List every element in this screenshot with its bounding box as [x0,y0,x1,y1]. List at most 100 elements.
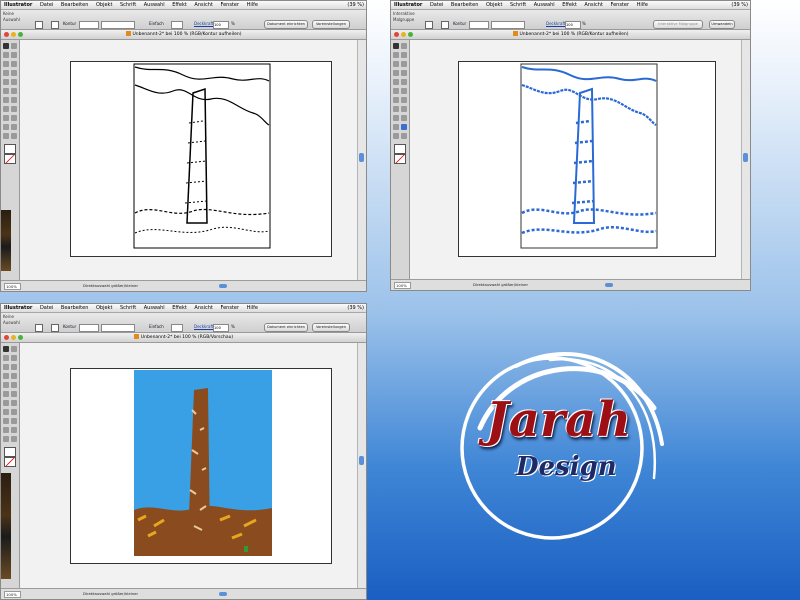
symbol-tool-icon[interactable] [3,106,9,112]
opacity-field[interactable]: 100 [565,21,581,29]
style-field[interactable] [171,324,183,332]
stroke-width-field[interactable] [79,21,99,29]
menu-bearbeiten[interactable]: Bearbeiten [58,304,91,312]
menu-schrift[interactable]: Schrift [117,1,139,9]
menu-fenster[interactable]: Fenster [217,304,242,312]
pen-tool-icon[interactable] [3,364,9,370]
menu-objekt[interactable]: Objekt [93,1,115,9]
zoom-tool-icon[interactable] [401,133,407,139]
stroke-width-field[interactable] [79,324,99,332]
stroke-none-icon[interactable] [4,154,16,164]
graph-tool-icon[interactable] [11,409,17,415]
canvas-area[interactable] [20,343,358,589]
scale-tool-icon[interactable] [11,88,17,94]
live-paint-tool-icon[interactable] [11,124,17,130]
brush-tool-icon[interactable] [3,79,9,85]
selection-tool-icon[interactable] [393,43,399,49]
rectangle-tool-icon[interactable] [11,70,17,76]
rotate-tool-icon[interactable] [3,391,9,397]
minimize-icon[interactable] [11,335,16,340]
convert-live-paint-button[interactable]: Interaktive Malgruppe umwandeln [653,20,703,33]
brush-tool-icon[interactable] [3,382,9,388]
menu-ansicht[interactable]: Ansicht [581,1,605,9]
direct-selection-tool-icon[interactable] [11,346,17,352]
hand-tool-icon[interactable] [3,133,9,139]
horizontal-scroll-thumb[interactable] [219,284,227,288]
pen-tool-icon[interactable] [393,61,399,67]
type-tool-icon[interactable] [401,61,407,67]
selection-tool-icon[interactable] [3,43,9,49]
opacity-label[interactable]: Deckkraft [546,21,565,27]
pencil-tool-icon[interactable] [11,79,17,85]
opacity-label[interactable]: Deckkraft [194,324,213,330]
fill-swatch[interactable] [35,21,43,29]
live-paint-tool-icon[interactable] [11,427,17,433]
menu-bearbeiten[interactable]: Bearbeiten [58,1,91,9]
horizontal-scroll-thumb[interactable] [605,283,613,287]
style-field[interactable] [171,21,183,29]
menu-auswahl[interactable]: Auswahl [531,1,558,9]
free-transform-tool-icon[interactable] [11,97,17,103]
menu-fenster[interactable]: Fenster [217,1,242,9]
warp-tool-icon[interactable] [3,97,9,103]
canvas-area[interactable] [410,40,742,280]
stroke-none-icon[interactable] [4,457,16,467]
stroke-swatch[interactable] [51,21,59,29]
pencil-tool-icon[interactable] [401,79,407,85]
brush-tool-icon[interactable] [393,79,399,85]
zoom-field[interactable]: 100% [394,282,411,289]
menu-objekt[interactable]: Objekt [93,304,115,312]
zoom-tool-icon[interactable] [11,133,17,139]
menu-hilfe[interactable]: Hilfe [244,1,261,9]
menu-auswahl[interactable]: Auswahl [141,304,168,312]
rectangle-tool-icon[interactable] [11,373,17,379]
preferences-button[interactable]: Voreinstellungen [312,323,350,332]
live-paint-tool-icon[interactable] [401,124,407,130]
vertical-scrollbar[interactable] [357,343,366,589]
direct-selection-tool-icon[interactable] [401,43,407,49]
symbol-tool-icon[interactable] [393,106,399,112]
free-transform-tool-icon[interactable] [11,400,17,406]
pencil-tool-icon[interactable] [11,382,17,388]
line-tool-icon[interactable] [393,70,399,76]
opacity-field[interactable]: 100 [213,324,229,332]
menu-effekt[interactable]: Effekt [559,1,580,9]
warp-tool-icon[interactable] [393,97,399,103]
menu-ansicht[interactable]: Ansicht [191,304,215,312]
zoom-tool-icon[interactable] [11,436,17,442]
menu-schrift[interactable]: Schrift [117,304,139,312]
menu-effekt[interactable]: Effekt [169,304,190,312]
selection-tool-icon[interactable] [3,346,9,352]
eyedropper-tool-icon[interactable] [393,124,399,130]
gradient-tool-icon[interactable] [401,115,407,121]
hand-tool-icon[interactable] [3,436,9,442]
gradient-tool-icon[interactable] [11,115,17,121]
magic-wand-tool-icon[interactable] [3,355,9,361]
scale-tool-icon[interactable] [401,88,407,94]
mesh-tool-icon[interactable] [3,418,9,424]
stroke-width-field[interactable] [469,21,489,29]
zoom-icon[interactable] [408,32,413,37]
direct-selection-tool-icon[interactable] [11,43,17,49]
graph-tool-icon[interactable] [11,106,17,112]
line-tool-icon[interactable] [3,373,9,379]
close-icon[interactable] [394,32,399,37]
fill-stroke-icon[interactable] [4,144,16,154]
rotate-tool-icon[interactable] [393,88,399,94]
scale-tool-icon[interactable] [11,391,17,397]
menu-fenster[interactable]: Fenster [607,1,632,9]
mesh-tool-icon[interactable] [393,115,399,121]
scroll-thumb[interactable] [743,153,748,162]
zoom-icon[interactable] [18,32,23,37]
stroke-swatch[interactable] [441,21,449,29]
opacity-field[interactable]: 100 [213,21,229,29]
mesh-tool-icon[interactable] [3,115,9,121]
minimize-icon[interactable] [11,32,16,37]
pen-tool-icon[interactable] [3,61,9,67]
scroll-thumb[interactable] [359,153,364,162]
menu-schrift[interactable]: Schrift [507,1,529,9]
stroke-swatch[interactable] [51,324,59,332]
type-tool-icon[interactable] [11,364,17,370]
canvas-area[interactable] [20,40,358,281]
scroll-thumb[interactable] [359,456,364,465]
